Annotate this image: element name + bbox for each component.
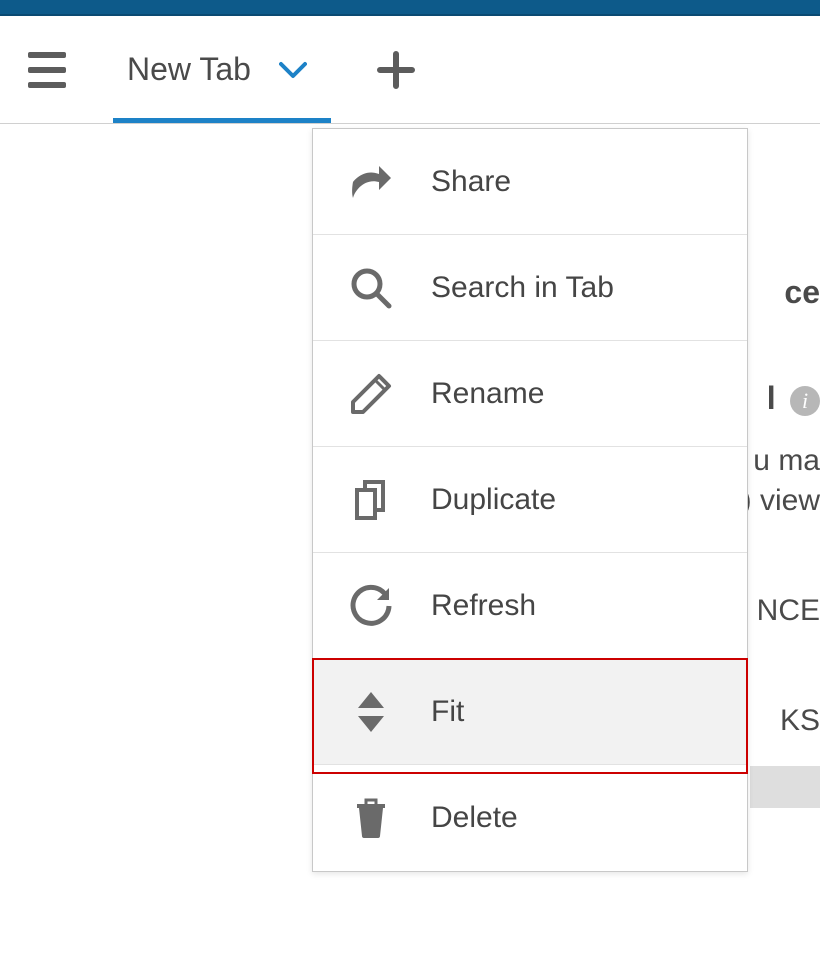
bg-text-ks: KS xyxy=(780,704,820,738)
pencil-icon xyxy=(341,370,401,418)
copy-icon xyxy=(341,476,401,524)
menu-label-refresh: Refresh xyxy=(431,589,536,623)
hamburger-menu-button[interactable] xyxy=(20,42,75,97)
top-accent-bar xyxy=(0,0,820,16)
menu-item-fit[interactable]: Fit xyxy=(313,659,747,765)
menu-label-delete: Delete xyxy=(431,801,518,835)
search-icon xyxy=(341,264,401,312)
trash-icon xyxy=(341,794,401,842)
menu-item-search[interactable]: Search in Tab xyxy=(313,235,747,341)
active-tab[interactable]: New Tab xyxy=(113,16,311,123)
share-icon xyxy=(341,158,401,206)
content-area: ce l i u ma ) view NCE KS Share Search i… xyxy=(0,124,820,976)
menu-label-search: Search in Tab xyxy=(431,271,614,305)
menu-label-rename: Rename xyxy=(431,377,544,411)
menu-item-duplicate[interactable]: Duplicate xyxy=(313,447,747,553)
fit-icon xyxy=(341,688,401,736)
menu-item-share[interactable]: Share xyxy=(313,129,747,235)
refresh-icon xyxy=(341,582,401,630)
bg-text-ol: l i xyxy=(767,380,820,417)
menu-label-duplicate: Duplicate xyxy=(431,483,556,517)
menu-item-delete[interactable]: Delete xyxy=(313,765,747,871)
add-tab-button[interactable] xyxy=(371,45,421,95)
info-icon: i xyxy=(790,386,820,416)
menu-label-share: Share xyxy=(431,165,511,199)
bg-text-view: ) view xyxy=(742,484,820,518)
tab-label: New Tab xyxy=(127,51,251,88)
tab-underline xyxy=(113,118,331,123)
bg-text-uma: u ma xyxy=(753,444,820,478)
chevron-down-icon[interactable] xyxy=(279,56,307,84)
menu-item-rename[interactable]: Rename xyxy=(313,341,747,447)
bg-text-ce: ce xyxy=(784,274,820,311)
tab-dropdown-menu: Share Search in Tab Rename Duplicate Ref xyxy=(312,128,748,872)
menu-item-refresh[interactable]: Refresh xyxy=(313,553,747,659)
menu-label-fit: Fit xyxy=(431,695,464,729)
bg-text-nce: NCE xyxy=(757,594,820,628)
tab-header: New Tab xyxy=(0,16,820,124)
bg-gray-block xyxy=(750,766,820,808)
